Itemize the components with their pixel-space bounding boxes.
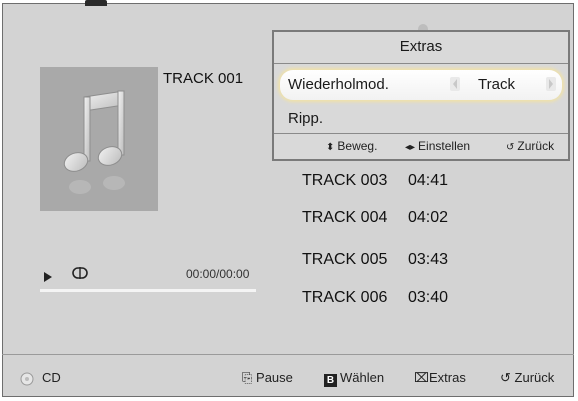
track-duration: 03:40 [408, 289, 449, 306]
album-art [40, 67, 158, 211]
track-duration: 04:02 [408, 209, 449, 226]
hint-move: ⬍ Beweg. [326, 139, 377, 153]
back-button[interactable]: ↺ Zurück [500, 370, 554, 386]
hint-back-label: Zurück [517, 139, 555, 153]
select-label: Wählen [340, 370, 385, 385]
track-row[interactable]: TRACK 006 03:40 [302, 289, 448, 307]
extras-label: Extras [428, 370, 466, 385]
music-note-icon [63, 90, 125, 194]
hint-move-label: Beweg. [337, 139, 378, 153]
repeat-mode-value: Track [478, 76, 515, 93]
arrow-right-icon[interactable] [546, 77, 556, 96]
divider [274, 63, 568, 64]
return-icon: ↺ [500, 370, 511, 385]
hint-set: ◂▸ Einstellen [405, 139, 470, 153]
hint-back: ↺ Zurück [506, 139, 554, 153]
progress-bar[interactable] [40, 289, 256, 292]
track-name: TRACK 004 [302, 209, 388, 226]
return-icon: ↺ [506, 142, 515, 153]
pause-key-icon: ⎘ [242, 370, 253, 385]
up-down-icon: ⬍ [326, 142, 335, 153]
pause-label: Pause [256, 370, 293, 385]
popup-title: Extras [399, 38, 443, 55]
arrow-left-icon[interactable] [450, 77, 460, 96]
track-name: TRACK 003 [302, 172, 388, 189]
rip-option[interactable]: Ripp. [288, 110, 323, 127]
select-button[interactable]: B Wählen [324, 370, 384, 387]
repeat-icon[interactable] [71, 266, 89, 285]
extras-key-icon: ⌧ [414, 370, 429, 385]
back-label: Zurück [514, 370, 555, 385]
track-duration: 04:41 [408, 172, 449, 189]
extras-popup: Extras Wiederholmod. Track Ripp. ⬍ Beweg.… [272, 30, 570, 161]
repeat-mode-label: Wiederholmod. [288, 76, 389, 93]
source-label: CD [42, 370, 61, 385]
divider [2, 354, 574, 355]
pause-button[interactable]: ⎘ Pause [242, 370, 293, 386]
divider [274, 133, 568, 134]
left-right-icon: ◂▸ [405, 142, 416, 153]
track-name: TRACK 005 [302, 251, 388, 268]
play-icon[interactable] [44, 269, 52, 287]
track-duration: 03:43 [408, 251, 449, 268]
select-key-icon: B [324, 374, 337, 387]
extras-button[interactable]: ⌧Extras [414, 370, 466, 386]
time-readout: 00:00/00:00 [186, 267, 250, 281]
hint-set-label: Einstellen [418, 139, 471, 153]
now-playing-title: TRACK 001 [163, 70, 244, 87]
track-name: TRACK 006 [302, 289, 388, 306]
repeat-mode-option[interactable]: Wiederholmod. Track [280, 70, 562, 100]
track-row[interactable]: TRACK 004 04:02 [302, 209, 448, 227]
track-row[interactable]: TRACK 005 03:43 [302, 251, 448, 269]
disc-icon [20, 372, 34, 391]
top-tab-marker [85, 0, 107, 6]
track-row[interactable]: TRACK 003 04:41 [302, 172, 448, 190]
